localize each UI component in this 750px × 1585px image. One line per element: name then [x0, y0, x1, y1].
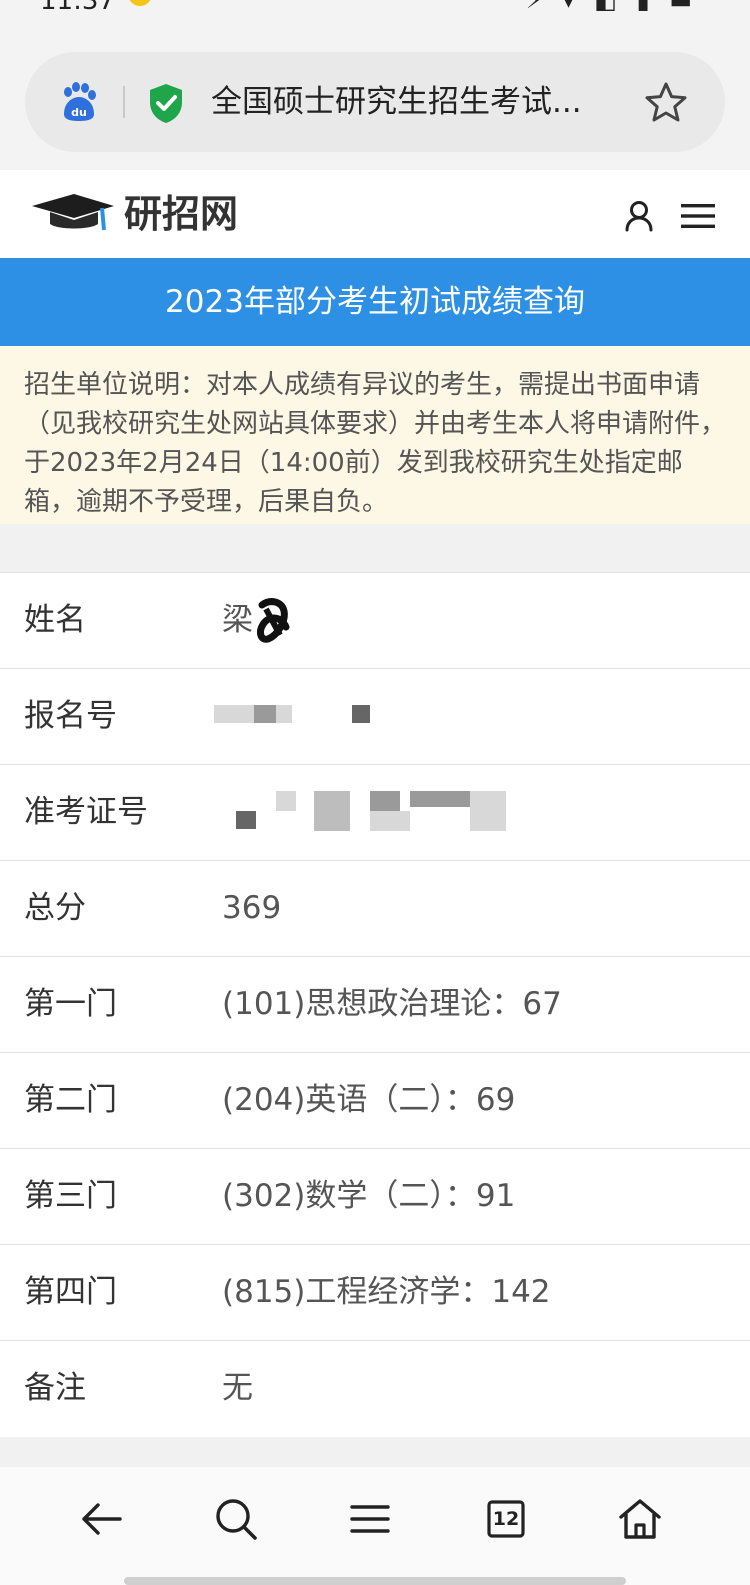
table-row-registration-number: 报名号 — [0, 669, 750, 765]
row-label: 总分 — [24, 890, 86, 926]
browser-menu-button[interactable] — [340, 1489, 400, 1549]
row-label: 第三门 — [24, 1178, 117, 1214]
page-title[interactable]: 全国硕士研究生招生考试... — [211, 80, 631, 124]
redaction-scribble — [257, 598, 290, 643]
row-label: 准考证号 — [24, 794, 148, 830]
svg-text:du: du — [71, 106, 87, 119]
site-header: 研招网 — [0, 170, 750, 258]
address-bar[interactable]: du 全国硕士研究生招生考试... — [25, 52, 725, 152]
table-row-remarks: 备注 无 — [0, 1341, 750, 1437]
back-button[interactable] — [72, 1489, 132, 1549]
table-row-subject-2: 第二门 (204)英语（二）：69 — [0, 1053, 750, 1149]
site-name[interactable]: 研招网 — [124, 186, 238, 242]
search-button[interactable] — [206, 1489, 266, 1549]
row-label: 报名号 — [24, 698, 117, 734]
gesture-bar[interactable] — [124, 1577, 626, 1585]
search-icon[interactable] — [206, 1489, 266, 1549]
browser-bottom-nav: 12 — [0, 1467, 750, 1585]
user-icon[interactable] — [624, 200, 654, 232]
row-value: 369 — [222, 890, 282, 926]
table-row-name: 姓名 梁 — [0, 573, 750, 669]
row-label: 第四门 — [24, 1274, 117, 1310]
back-arrow-icon[interactable] — [72, 1489, 132, 1549]
menu-icon[interactable] — [340, 1489, 400, 1549]
row-label: 备注 — [24, 1370, 86, 1406]
score-table: 姓名 梁 报名号 准考证号 总分 369 第一门 (101)思想政治理论：67 … — [0, 572, 750, 1437]
tab-count[interactable]: 12 — [476, 1489, 536, 1549]
home-icon[interactable] — [610, 1489, 670, 1549]
graduation-cap-icon[interactable] — [32, 192, 114, 236]
pixelated-redaction — [230, 785, 520, 835]
row-label: 第一门 — [24, 986, 117, 1022]
status-bar: 11:37 ⚡ ▾ ◧ ▮ ▬ — [0, 0, 750, 36]
row-label: 姓名 — [24, 602, 86, 638]
row-value: (204)英语（二）：69 — [222, 1082, 516, 1118]
row-value: (815)工程经济学：142 — [222, 1274, 551, 1310]
row-value: 梁 — [222, 602, 253, 638]
pixelated-redaction — [214, 701, 384, 727]
row-value: (302)数学（二）：91 — [222, 1178, 516, 1214]
hamburger-menu-icon[interactable] — [681, 202, 715, 230]
row-value: (101)思想政治理论：67 — [222, 986, 562, 1022]
table-row-subject-1: 第一门 (101)思想政治理论：67 — [0, 957, 750, 1053]
star-outline-icon[interactable] — [643, 80, 689, 126]
table-row-total-score: 总分 369 — [0, 861, 750, 957]
notification-dot — [128, 0, 152, 6]
table-row-exam-number: 准考证号 — [0, 765, 750, 861]
status-icons: ⚡ ▾ ◧ ▮ ▬ — [526, 0, 698, 14]
status-time: 11:37 — [40, 0, 115, 16]
address-divider — [123, 86, 125, 118]
institution-notice: 招生单位说明：对本人成绩有异议的考生，需提出书面申请（见我校研究生处网站具体要求… — [0, 346, 750, 524]
row-label: 第二门 — [24, 1082, 117, 1118]
baidu-paw-icon[interactable]: du — [59, 82, 99, 122]
table-row-subject-4: 第四门 (815)工程经济学：142 — [0, 1245, 750, 1341]
home-button[interactable] — [610, 1489, 670, 1549]
query-banner: 2023年部分考生初试成绩查询 — [0, 258, 750, 346]
green-shield-check-icon[interactable] — [147, 82, 185, 124]
bottom-gap — [0, 1437, 750, 1467]
section-gap — [0, 524, 750, 572]
row-value: 无 — [222, 1370, 253, 1406]
table-row-subject-3: 第三门 (302)数学（二）：91 — [0, 1149, 750, 1245]
tabs-button[interactable]: 12 — [476, 1489, 536, 1549]
